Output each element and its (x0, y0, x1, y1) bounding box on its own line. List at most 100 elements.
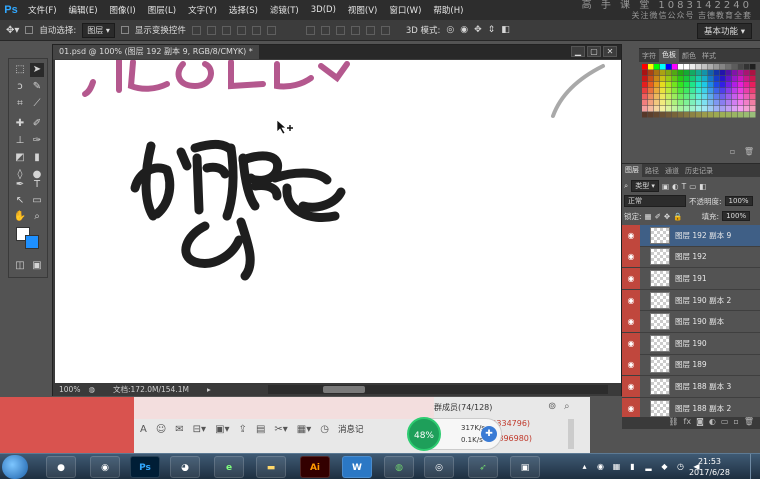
filter-smart-icon[interactable]: ◧ (699, 182, 706, 191)
maximize-button[interactable]: ▢ (587, 46, 601, 57)
visibility-eye-icon[interactable]: ◉ (622, 354, 640, 376)
layer-name[interactable]: 图层 192 (675, 251, 707, 262)
close-button[interactable]: ✕ (603, 46, 617, 57)
path-select-tool-icon[interactable]: ↖ (13, 194, 27, 208)
layer-name[interactable]: 图层 192 副本 9 (675, 230, 731, 241)
taskbar-app-illustrator[interactable]: Ai (300, 456, 330, 478)
tab-styles[interactable]: 样式 (699, 51, 719, 61)
menu-image[interactable]: 图像(I) (104, 4, 142, 16)
taskbar-app-browser-icon[interactable]: ● (46, 456, 76, 478)
show-desktop-button[interactable] (750, 454, 760, 479)
distribute-center-icon[interactable] (365, 25, 375, 35)
align-right-icon[interactable] (266, 25, 276, 35)
chat-search-icon[interactable]: ⌕ (564, 401, 570, 412)
layer-row[interactable]: ◉ 图层 191 (622, 267, 760, 290)
layer-name[interactable]: 图层 191 (675, 273, 707, 284)
layer-row[interactable]: ◉ 图层 190 副本 (622, 311, 760, 333)
layer-row[interactable]: ◉ 图层 192 (622, 246, 760, 269)
menu-layer[interactable]: 图层(L) (142, 4, 182, 16)
new-layer-icon[interactable]: ▫ (733, 417, 738, 429)
taskbar-clock[interactable]: 21:53 2017/6/28 (689, 456, 730, 478)
stamp-tool-icon[interactable]: ⊥ (13, 134, 27, 148)
eraser-tool-icon[interactable]: ◩ (13, 151, 27, 165)
new-swatch-icon[interactable]: ▫ (730, 147, 735, 156)
menu-3d[interactable]: 3D(D) (305, 5, 342, 15)
lasso-tool-icon[interactable]: ↄ (13, 80, 27, 94)
taskbar-app-wps[interactable]: W (342, 456, 372, 478)
distribute-right-icon[interactable] (380, 25, 390, 35)
lock-paint-icon[interactable]: ✐ (655, 212, 661, 221)
lock-transparent-icon[interactable]: ▦ (645, 212, 652, 221)
network-speed-widget[interactable]: 48% 317K/s 0.1K/s ✚ (407, 417, 502, 451)
visibility-eye-icon[interactable]: ◉ (622, 289, 640, 311)
tab-character[interactable]: 字符 (639, 51, 659, 61)
quick-mask-icon[interactable]: ◫ (13, 259, 27, 273)
layer-row[interactable]: ◉ 图层 192 副本 9 (622, 224, 760, 247)
font-icon[interactable]: A (140, 424, 147, 435)
history-brush-tool-icon[interactable]: ✑ (30, 134, 44, 148)
quick-select-tool-icon[interactable]: ✎ (30, 80, 44, 94)
taskbar-app-obs-icon[interactable]: ◎ (424, 456, 454, 478)
type-tool-icon[interactable]: T (30, 178, 44, 192)
filter-shape-icon[interactable]: ▭ (689, 182, 696, 191)
pen-tool-icon[interactable]: ✒ (13, 178, 27, 192)
layer-name[interactable]: 图层 190 副本 (675, 316, 724, 327)
more-icon[interactable]: ▦▾ (297, 424, 311, 435)
accelerator-icon[interactable]: ✚ (481, 426, 497, 442)
healing-tool-icon[interactable]: ✚ (13, 117, 27, 131)
tray-battery-icon[interactable]: ▮ (628, 462, 637, 471)
canvas[interactable] (55, 60, 621, 383)
opacity-input[interactable]: 100% (724, 196, 753, 206)
workspace-dropdown[interactable]: 基本功能 ▾ (697, 23, 752, 39)
auto-select-dropdown[interactable]: 图层 ▾ (82, 22, 115, 38)
minimize-button[interactable]: ▁ (571, 46, 585, 57)
lock-all-icon[interactable]: 🔒 (673, 212, 682, 221)
filter-kind-dropdown[interactable]: 类型 ▾ (631, 180, 659, 192)
taskbar-app-tool-icon[interactable]: ◉ (90, 456, 120, 478)
drag-3d-icon[interactable]: ✥ (474, 25, 482, 35)
shape-tool-icon[interactable]: ▭ (30, 194, 44, 208)
tray-expand-icon[interactable]: ▴ (580, 462, 589, 471)
tray-signal-icon[interactable]: ▂ (644, 462, 653, 471)
filter-pixel-icon[interactable]: ▣ (662, 182, 669, 191)
screen-mode-icon[interactable]: ▣ (30, 259, 44, 273)
tray-network-icon[interactable]: ▦ (612, 462, 621, 471)
align-left-icon[interactable] (236, 25, 246, 35)
layer-row[interactable]: ◉ 图层 190 (622, 332, 760, 355)
tray-app-icon[interactable]: ◉ (596, 462, 605, 471)
upload-icon[interactable]: ⇪ (239, 424, 247, 435)
new-group-icon[interactable]: ▭ (721, 417, 729, 429)
tab-layers[interactable]: 图层 (622, 164, 642, 177)
layer-style-icon[interactable]: fx (684, 417, 692, 429)
visibility-eye-icon[interactable]: ◉ (622, 311, 640, 333)
visibility-eye-icon[interactable]: ◉ (622, 267, 640, 289)
show-transform-checkbox[interactable] (120, 26, 129, 34)
align-middle-icon[interactable] (206, 25, 216, 35)
scale-3d-icon[interactable]: ◧ (501, 25, 510, 35)
distribute-left-icon[interactable] (350, 25, 360, 35)
hand-tool-icon[interactable]: ✋ (13, 210, 27, 224)
group-member-count[interactable]: 群成员(74/128) (434, 402, 492, 413)
layer-name[interactable]: 图层 188 副本 2 (675, 403, 731, 414)
adjustment-layer-icon[interactable]: ◐ (709, 417, 716, 429)
gift-icon[interactable]: ✉ (175, 424, 183, 435)
image-icon[interactable]: ▣▾ (215, 424, 229, 435)
crop-tool-icon[interactable]: ⌗ (13, 97, 27, 111)
blend-mode-dropdown[interactable]: 正常 (624, 195, 686, 207)
screenshot-icon[interactable]: ⊟▾ (193, 424, 206, 435)
orbit-3d-icon[interactable]: ◎ (446, 25, 454, 35)
menu-type[interactable]: 文字(Y) (182, 4, 223, 16)
move-tool-button-icon[interactable]: ➤ (30, 63, 44, 77)
menu-select[interactable]: 选择(S) (223, 4, 264, 16)
filter-adjust-icon[interactable]: ◐ (672, 182, 679, 191)
menu-filter[interactable]: 滤镜(T) (264, 4, 305, 16)
marquee-tool-icon[interactable]: ⬚ (13, 63, 27, 77)
distribute-top-icon[interactable] (305, 25, 315, 35)
document-tab[interactable]: 01.psd @ 100% (图层 192 副本 9, RGB/8/CMYK) … (53, 45, 259, 59)
redpacket-icon[interactable]: ▤ (256, 424, 265, 435)
distribute-bottom-icon[interactable] (335, 25, 345, 35)
auto-select-checkbox[interactable] (25, 26, 34, 34)
visibility-eye-icon[interactable]: ◉ (622, 224, 640, 246)
zoom-info-icon[interactable]: ◍ (88, 385, 95, 394)
move-tool-icon[interactable]: ✥▾ (6, 25, 19, 36)
